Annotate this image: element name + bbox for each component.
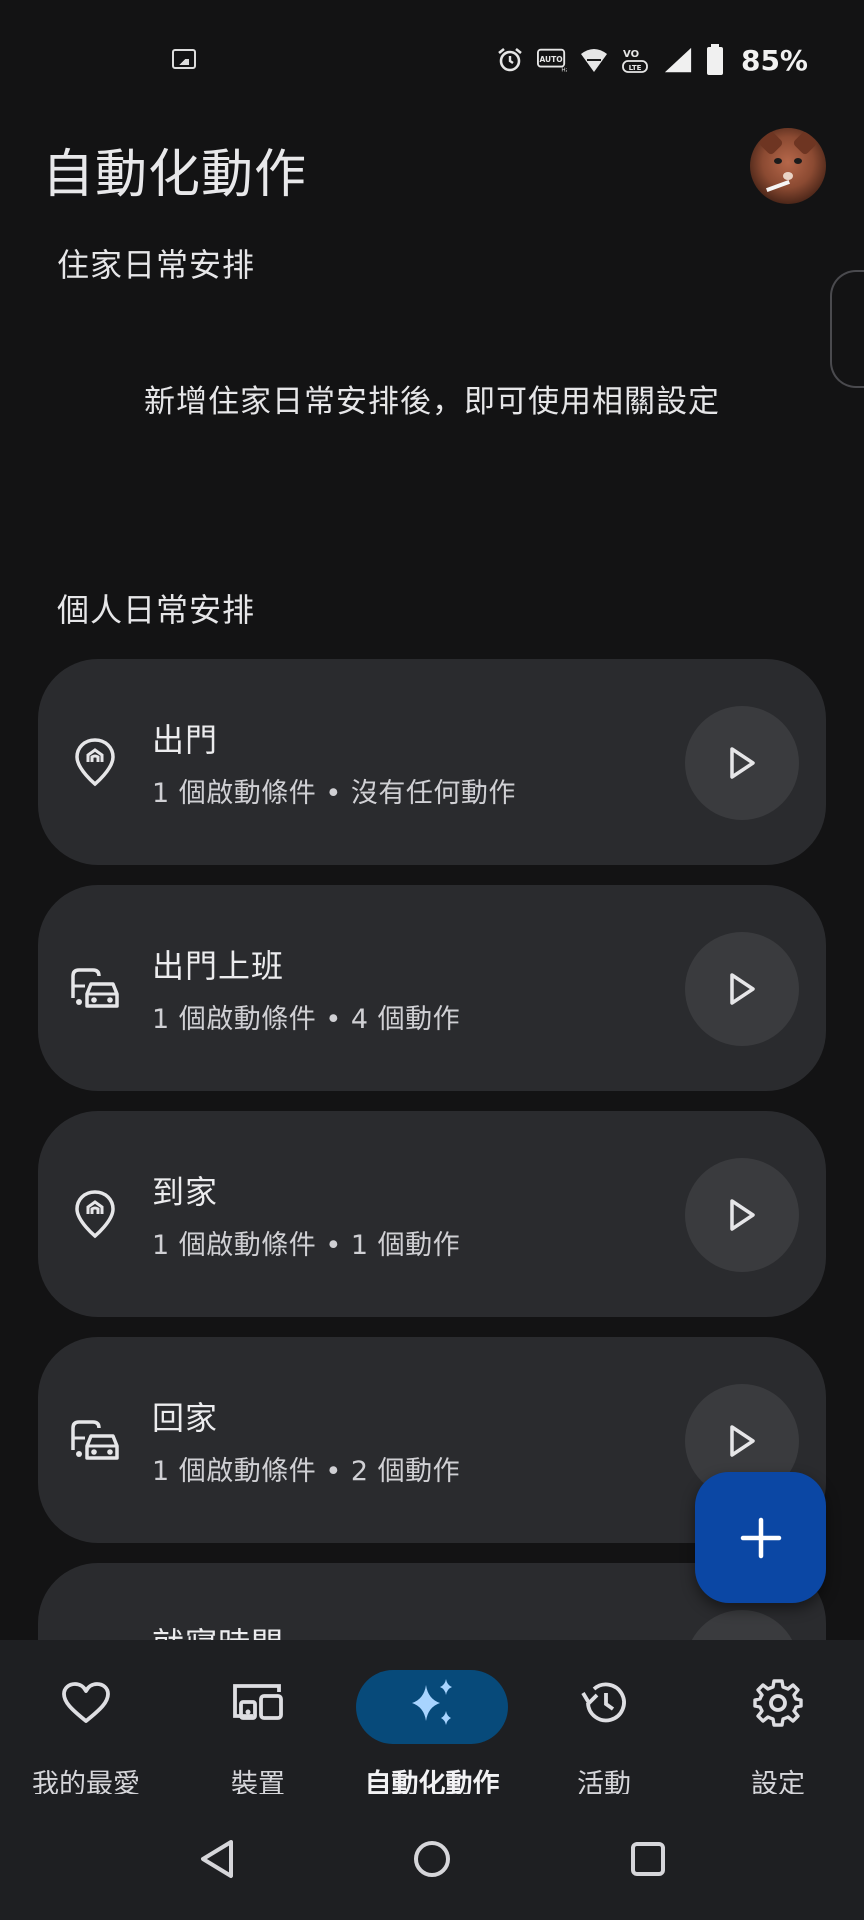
plus-icon xyxy=(740,1517,781,1558)
routine-card[interactable]: 出門上班 1 個啟動條件 • 4 個動作 xyxy=(38,885,826,1091)
add-routine-button[interactable] xyxy=(695,1472,826,1603)
battery-icon xyxy=(705,44,725,75)
nav-devices[interactable]: 裝置 xyxy=(172,1640,344,1800)
system-navigation-bar xyxy=(0,1794,864,1920)
edge-panel-handle[interactable] xyxy=(830,270,864,388)
heart-icon xyxy=(54,1678,118,1728)
avatar[interactable] xyxy=(750,128,826,204)
location-home-icon xyxy=(68,735,122,789)
home-routines-title: 住家日常安排 xyxy=(57,246,256,284)
svg-text:Hz: Hz xyxy=(561,67,567,73)
volte-icon: VO LTE xyxy=(621,45,651,75)
personal-routines-title: 個人日常安排 xyxy=(57,591,256,629)
wifi-icon xyxy=(579,45,609,75)
routine-subtitle: 1 個啟動條件 • 4 個動作 xyxy=(152,1004,461,1035)
home-icon[interactable] xyxy=(407,1834,457,1884)
svg-text:AUTO: AUTO xyxy=(539,55,562,64)
back-icon[interactable] xyxy=(192,1834,242,1884)
play-icon xyxy=(730,1199,755,1231)
devices-icon xyxy=(226,1678,290,1728)
play-icon xyxy=(730,1425,755,1457)
battery-percentage: 85% xyxy=(740,43,808,77)
bottom-navigation: 我的最愛 裝置 自動化動作 活動 設定 xyxy=(0,1640,864,1800)
status-icons: AUTO Hz VO LTE 85% xyxy=(495,38,808,82)
routine-name: 出門上班 xyxy=(152,947,285,985)
nav-settings[interactable]: 設定 xyxy=(692,1640,864,1800)
play-button[interactable] xyxy=(685,706,799,820)
svg-text:LTE: LTE xyxy=(629,64,642,72)
commute-icon xyxy=(68,1413,122,1467)
play-button[interactable] xyxy=(685,1158,799,1272)
commute-icon xyxy=(68,961,122,1015)
history-icon xyxy=(572,1678,636,1728)
routine-subtitle: 1 個啟動條件 • 2 個動作 xyxy=(152,1456,461,1487)
alarm-icon xyxy=(495,45,525,75)
page-title: 自動化動作 xyxy=(42,145,308,205)
routine-name: 到家 xyxy=(152,1173,219,1211)
auto-hz-icon: AUTO Hz xyxy=(536,45,567,75)
sparkle-icon xyxy=(400,1678,464,1728)
routine-name: 回家 xyxy=(152,1399,219,1437)
routine-subtitle: 1 個啟動條件 • 沒有任何動作 xyxy=(152,778,516,809)
routine-card[interactable]: 到家 1 個啟動條件 • 1 個動作 xyxy=(38,1111,826,1317)
routine-name: 出門 xyxy=(152,721,219,759)
location-home-icon xyxy=(68,1187,122,1241)
routine-card[interactable]: 出門 1 個啟動條件 • 沒有任何動作 xyxy=(38,659,826,865)
nav-activity[interactable]: 活動 xyxy=(518,1640,690,1800)
nav-favorites[interactable]: 我的最愛 xyxy=(0,1640,172,1800)
signal-icon xyxy=(663,45,693,75)
home-routines-empty-message: 新增住家日常安排後，即可使用相關設定 xyxy=(144,384,720,420)
nav-automations[interactable]: 自動化動作 xyxy=(346,1640,518,1800)
svg-text:VO: VO xyxy=(623,49,639,60)
play-icon xyxy=(730,747,755,779)
status-bar: AUTO Hz VO LTE 85% xyxy=(0,0,864,110)
play-button[interactable] xyxy=(685,932,799,1046)
routine-subtitle: 1 個啟動條件 • 1 個動作 xyxy=(152,1230,461,1261)
gear-icon xyxy=(746,1678,810,1728)
image-notification-icon xyxy=(172,49,196,69)
play-icon xyxy=(730,973,755,1005)
recents-icon[interactable] xyxy=(623,1834,673,1884)
